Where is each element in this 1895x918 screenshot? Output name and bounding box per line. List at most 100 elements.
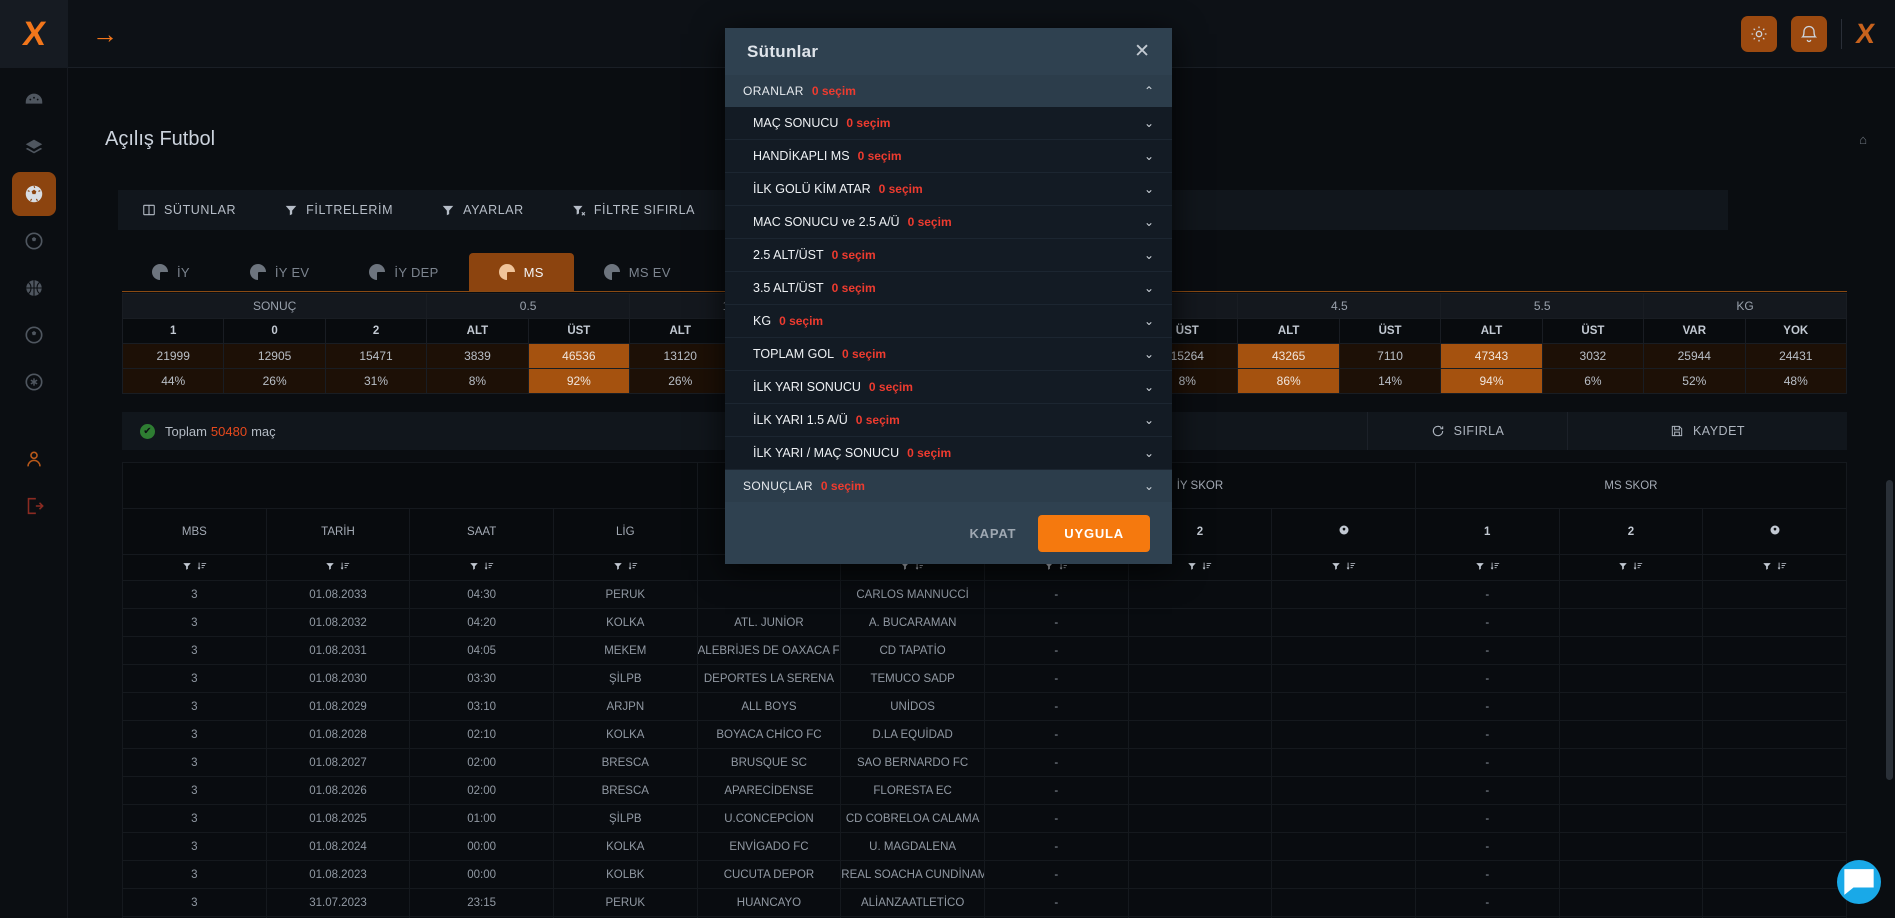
dialog-option-row[interactable]: İLK YARI / MAÇ SONUCU0 seçim⌄ bbox=[725, 437, 1172, 470]
filter-icon[interactable] bbox=[325, 561, 335, 571]
filter-sort-controls[interactable] bbox=[1762, 561, 1787, 571]
chevron-down-icon[interactable]: ⌄ bbox=[1144, 116, 1154, 130]
chevron-down-icon[interactable]: ⌄ bbox=[1144, 413, 1154, 427]
chevron-down-icon[interactable]: ⌄ bbox=[1144, 380, 1154, 394]
support-chat-button[interactable] bbox=[1837, 860, 1881, 904]
stats-count-cell[interactable]: 12905 bbox=[224, 344, 325, 369]
market-tab-ms[interactable]: MS bbox=[469, 253, 574, 291]
app-logo[interactable]: X bbox=[0, 0, 68, 68]
chevron-down-icon[interactable]: ⌄ bbox=[1144, 248, 1154, 262]
filter-sort-controls[interactable] bbox=[613, 561, 638, 571]
grid-filter-cell[interactable] bbox=[1415, 555, 1559, 581]
stats-percent-cell[interactable]: 52% bbox=[1644, 369, 1745, 394]
grid-column-header[interactable]: SAAT bbox=[410, 509, 554, 555]
stats-count-cell[interactable]: 7110 bbox=[1339, 344, 1440, 369]
table-row[interactable]: 301.08.202501:00ŞİLPBU.CONCEPCİONCD COBR… bbox=[123, 805, 1847, 833]
sort-icon[interactable] bbox=[1633, 561, 1643, 571]
settings-button[interactable] bbox=[1741, 16, 1777, 52]
sort-icon[interactable] bbox=[197, 561, 207, 571]
filter-sort-controls[interactable] bbox=[325, 561, 350, 571]
stats-count-cell[interactable]: 24431 bbox=[1745, 344, 1847, 369]
toolbar-columns-button[interactable]: SÜTUNLAR bbox=[118, 190, 260, 230]
save-button[interactable]: KAYDET bbox=[1567, 412, 1847, 450]
stats-count-cell[interactable]: 21999 bbox=[123, 344, 224, 369]
filter-icon[interactable] bbox=[1331, 561, 1341, 571]
grid-filter-cell[interactable] bbox=[123, 555, 267, 581]
grid-column-header[interactable] bbox=[1703, 509, 1847, 555]
grid-column-header[interactable]: 2 bbox=[1559, 509, 1703, 555]
sort-icon[interactable] bbox=[1490, 561, 1500, 571]
grid-filter-cell[interactable] bbox=[266, 555, 410, 581]
stats-percent-cell[interactable]: 6% bbox=[1542, 369, 1643, 394]
home-icon[interactable]: ⌂ bbox=[1859, 132, 1867, 147]
dialog-option-row[interactable]: 2.5 ALT/ÜST0 seçim⌄ bbox=[725, 239, 1172, 272]
stats-percent-cell[interactable]: 31% bbox=[325, 369, 426, 394]
filter-sort-controls[interactable] bbox=[1475, 561, 1500, 571]
market-tab-ms-ev[interactable]: MS EV bbox=[574, 253, 701, 291]
grid-column-header[interactable]: MBS bbox=[123, 509, 267, 555]
chevron-down-icon[interactable]: ⌄ bbox=[1144, 314, 1154, 328]
grid-column-header[interactable] bbox=[1272, 509, 1416, 555]
filter-sort-controls[interactable] bbox=[182, 561, 207, 571]
table-row[interactable]: 301.08.203003:30ŞİLPBDEPORTES LA SERENAT… bbox=[123, 665, 1847, 693]
reset-button[interactable]: SIFIRLA bbox=[1367, 412, 1567, 450]
grid-filter-cell[interactable] bbox=[553, 555, 697, 581]
stats-count-cell[interactable]: 3839 bbox=[427, 344, 528, 369]
table-row[interactable]: 301.08.202802:10KOLKABOYACA CHİCO FCD.LA… bbox=[123, 721, 1847, 749]
filter-sort-controls[interactable] bbox=[1331, 561, 1356, 571]
dialog-option-row[interactable]: HANDİKAPLI MS0 seçim⌄ bbox=[725, 140, 1172, 173]
stats-percent-cell[interactable]: 26% bbox=[224, 369, 325, 394]
stats-count-cell[interactable]: 25944 bbox=[1644, 344, 1745, 369]
dialog-option-row[interactable]: MAC SONUCU ve 2.5 A/Ü0 seçim⌄ bbox=[725, 206, 1172, 239]
sort-icon[interactable] bbox=[1777, 561, 1787, 571]
dialog-option-row[interactable]: KG0 seçim⌄ bbox=[725, 305, 1172, 338]
grid-column-header[interactable]: TARİH bbox=[266, 509, 410, 555]
close-icon[interactable]: ✕ bbox=[1134, 42, 1150, 61]
filter-icon[interactable] bbox=[613, 561, 623, 571]
dialog-apply-button[interactable]: UYGULA bbox=[1038, 515, 1150, 552]
sort-icon[interactable] bbox=[1346, 561, 1356, 571]
sidebar-item-coupons[interactable] bbox=[12, 125, 56, 169]
dialog-option-row[interactable]: İLK YARI 1.5 A/Ü0 seçim⌄ bbox=[725, 404, 1172, 437]
table-row[interactable]: 301.08.202903:10ARJPNALL BOYSUNİDOS-- bbox=[123, 693, 1847, 721]
chevron-down-icon[interactable]: ⌄ bbox=[1144, 281, 1154, 295]
stats-percent-cell[interactable]: 86% bbox=[1238, 369, 1339, 394]
vertical-scrollbar[interactable] bbox=[1886, 480, 1893, 780]
filter-icon[interactable] bbox=[1187, 561, 1197, 571]
dialog-option-row[interactable]: İLK YARI SONUCU0 seçim⌄ bbox=[725, 371, 1172, 404]
sort-icon[interactable] bbox=[340, 561, 350, 571]
filter-sort-controls[interactable] bbox=[1618, 561, 1643, 571]
stats-percent-cell[interactable]: 26% bbox=[630, 369, 731, 394]
filter-icon[interactable] bbox=[469, 561, 479, 571]
stats-percent-cell[interactable]: 48% bbox=[1745, 369, 1847, 394]
stats-count-cell[interactable]: 13120 bbox=[630, 344, 731, 369]
dialog-option-row[interactable]: MAÇ SONUCU0 seçim⌄ bbox=[725, 107, 1172, 140]
sidebar-item-logout[interactable] bbox=[12, 484, 56, 528]
dialog-section-sonuclar[interactable]: SONUÇLAR 0 seçim ⌄ bbox=[725, 470, 1172, 502]
toolbar-my-filters-button[interactable]: FİLTRELERİM bbox=[260, 190, 417, 230]
sort-icon[interactable] bbox=[484, 561, 494, 571]
grid-filter-cell[interactable] bbox=[410, 555, 554, 581]
toolbar-settings-button[interactable]: AYARLAR bbox=[417, 190, 548, 230]
stats-count-cell[interactable]: 15471 bbox=[325, 344, 426, 369]
stats-percent-cell[interactable]: 14% bbox=[1339, 369, 1440, 394]
stats-percent-cell[interactable]: 94% bbox=[1441, 369, 1542, 394]
grid-filter-cell[interactable] bbox=[1559, 555, 1703, 581]
table-row[interactable]: 301.08.202602:00BRESCAAPARECİDENSEFLORES… bbox=[123, 777, 1847, 805]
sidebar-item-football-opening[interactable] bbox=[12, 172, 56, 216]
filter-sort-controls[interactable] bbox=[469, 561, 494, 571]
chevron-down-icon[interactable]: ⌄ bbox=[1144, 149, 1154, 163]
stats-count-cell[interactable]: 46536 bbox=[528, 344, 629, 369]
sidebar-item-football[interactable] bbox=[12, 219, 56, 263]
filter-icon[interactable] bbox=[1475, 561, 1485, 571]
chevron-down-icon[interactable]: ⌄ bbox=[1144, 446, 1154, 460]
market-tab-iy-ev[interactable]: İY EV bbox=[220, 253, 340, 291]
sidebar-item-profile[interactable] bbox=[12, 437, 56, 481]
forward-arrow-icon[interactable]: → bbox=[92, 21, 118, 47]
stats-count-cell[interactable]: 43265 bbox=[1238, 344, 1339, 369]
dialog-option-row[interactable]: İLK GOLÜ KİM ATAR0 seçim⌄ bbox=[725, 173, 1172, 206]
filter-sort-controls[interactable] bbox=[1187, 561, 1212, 571]
grid-filter-cell[interactable] bbox=[1703, 555, 1847, 581]
stats-percent-cell[interactable]: 8% bbox=[427, 369, 528, 394]
stats-count-cell[interactable]: 3032 bbox=[1542, 344, 1643, 369]
